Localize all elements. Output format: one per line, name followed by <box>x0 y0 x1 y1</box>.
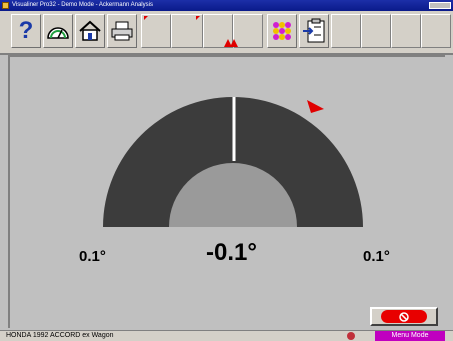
menu-mode-button[interactable]: Menu Mode <box>375 331 445 341</box>
toolbar-slot-2 <box>171 14 203 48</box>
window-title: Visualiner Pro32 - Demo Mode - Ackermann… <box>12 2 153 8</box>
slot-marker-icon <box>144 16 148 20</box>
toolbar-slot-6 <box>361 14 391 48</box>
toolbar-slot-1 <box>141 14 171 48</box>
home-button[interactable] <box>75 14 105 48</box>
window-controls[interactable] <box>429 2 451 9</box>
toolbar: ? <box>0 11 453 55</box>
question-icon: ? <box>18 17 34 44</box>
right-limit-label: 0.1° <box>363 248 390 265</box>
print-button[interactable] <box>107 14 137 48</box>
clipboard-export-icon <box>303 18 325 43</box>
gauge-icon <box>47 27 69 39</box>
gauge-pointer-icon <box>307 100 324 113</box>
stop-button[interactable] <box>370 307 438 326</box>
current-value-label: -0.1° <box>206 239 257 266</box>
targets-icon <box>273 22 291 40</box>
home-icon <box>79 20 101 41</box>
clipboard-button[interactable] <box>299 14 329 48</box>
ackermann-gauge <box>103 97 363 227</box>
help-button[interactable]: ? <box>11 14 41 48</box>
toolbar-slot-4 <box>224 14 263 48</box>
title-bar: Visualiner Pro32 - Demo Mode - Ackermann… <box>0 0 453 11</box>
stop-pill <box>381 310 427 323</box>
stop-icon <box>399 311 409 322</box>
menu-mode-icon <box>347 332 355 340</box>
targets-button[interactable] <box>267 14 297 48</box>
slot-arrows-icon <box>224 39 238 47</box>
vehicle-info: HONDA 1992 ACCORD ex Wagon <box>6 332 114 339</box>
toolbar-slot-5 <box>331 14 361 48</box>
measure-button[interactable] <box>43 14 73 48</box>
left-limit-label: 0.1° <box>79 248 106 265</box>
toolbar-slot-8 <box>421 14 451 48</box>
app-icon <box>2 2 9 9</box>
slot-marker-icon <box>196 16 200 20</box>
status-bar: HONDA 1992 ACCORD ex Wagon Menu Mode <box>0 330 453 341</box>
toolbar-slot-7 <box>391 14 421 48</box>
printer-icon <box>111 21 133 41</box>
